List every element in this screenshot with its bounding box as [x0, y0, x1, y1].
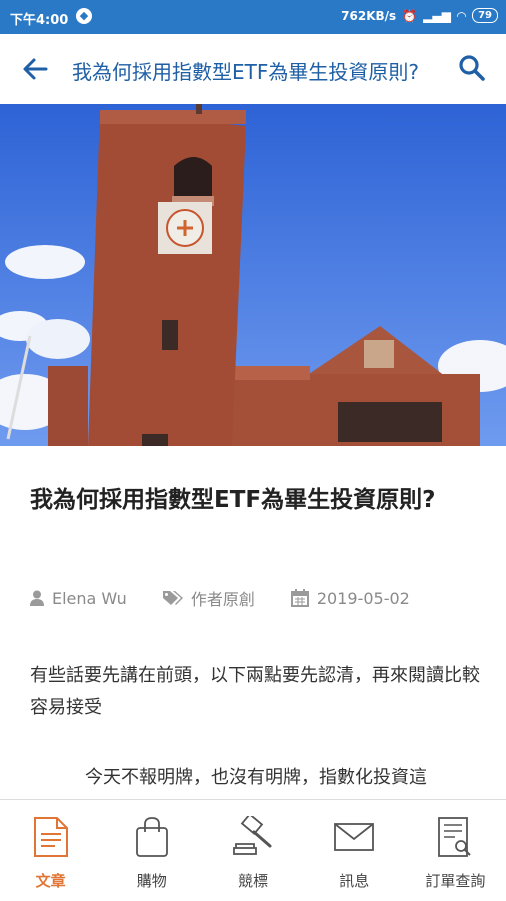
app-bar: 我為何採用指數型ETF為畢生投資原則?: [0, 34, 506, 105]
user-icon: [30, 590, 44, 606]
tab-label: 競標: [238, 872, 269, 890]
document-icon: [33, 817, 68, 857]
status-time: 下午4:00: [10, 13, 69, 28]
search-icon[interactable]: [458, 54, 486, 82]
bottom-tab-bar: 文章 購物 競標 訊息 訂單查詢: [0, 799, 506, 901]
article-paragraph: 有些話要先講在前頭，以下兩點要先認清，再來閱讀比較容易接受: [30, 665, 480, 718]
publish-date: 2019-05-02: [316, 588, 410, 608]
category-label[interactable]: 作者原創: [191, 586, 255, 610]
signal-icon: ▂▄▆: [423, 8, 451, 23]
status-right: 762KB/s ⏰ ▂▄▆ ◠ 79: [341, 8, 498, 23]
tab-shopping[interactable]: 購物: [101, 800, 202, 901]
author-name[interactable]: Elena Wu: [52, 589, 127, 608]
date-meta: 2019-05-02: [290, 588, 410, 608]
network-speed: 762KB/s: [341, 8, 397, 23]
status-bar: 下午4:00 ◆ 762KB/s ⏰ ▂▄▆ ◠ 79: [0, 0, 506, 34]
page-title: 我為何採用指數型ETF為畢生投資原則?: [72, 60, 419, 84]
tab-auction[interactable]: 競標: [202, 800, 303, 901]
tab-order-lookup[interactable]: 訂單查詢: [405, 800, 506, 901]
wifi-icon: ◠: [456, 8, 467, 23]
envelope-icon: [334, 823, 375, 851]
tab-messages[interactable]: 訊息: [304, 800, 405, 901]
tab-articles[interactable]: 文章: [0, 800, 101, 901]
article-title: 我為何採用指數型ETF為畢生投資原則?: [30, 487, 436, 513]
tab-label: 文章: [35, 872, 66, 890]
calendar-icon: [290, 589, 309, 607]
order-search-icon: [438, 817, 472, 857]
article-paragraph: 今天不報明牌，也沒有明牌，指數化投資這: [85, 767, 427, 788]
tags-icon: [162, 591, 183, 605]
back-arrow-icon[interactable]: [20, 54, 50, 84]
author-meta: Elena Wu: [30, 589, 127, 608]
shopping-bag-icon: [135, 817, 168, 857]
tab-label: 購物: [136, 872, 167, 890]
category-meta: 作者原創: [162, 586, 255, 610]
article-hero-image: [0, 104, 506, 446]
gavel-icon: [233, 816, 272, 855]
tab-label: 訊息: [339, 872, 370, 890]
article-meta: Elena Wu 作者原創 2019-05-02: [30, 586, 446, 610]
shield-icon: ◆: [76, 8, 92, 24]
battery-indicator: 79: [472, 8, 498, 23]
tab-label: 訂單查詢: [425, 872, 486, 890]
alarm-icon: ⏰: [402, 8, 418, 23]
